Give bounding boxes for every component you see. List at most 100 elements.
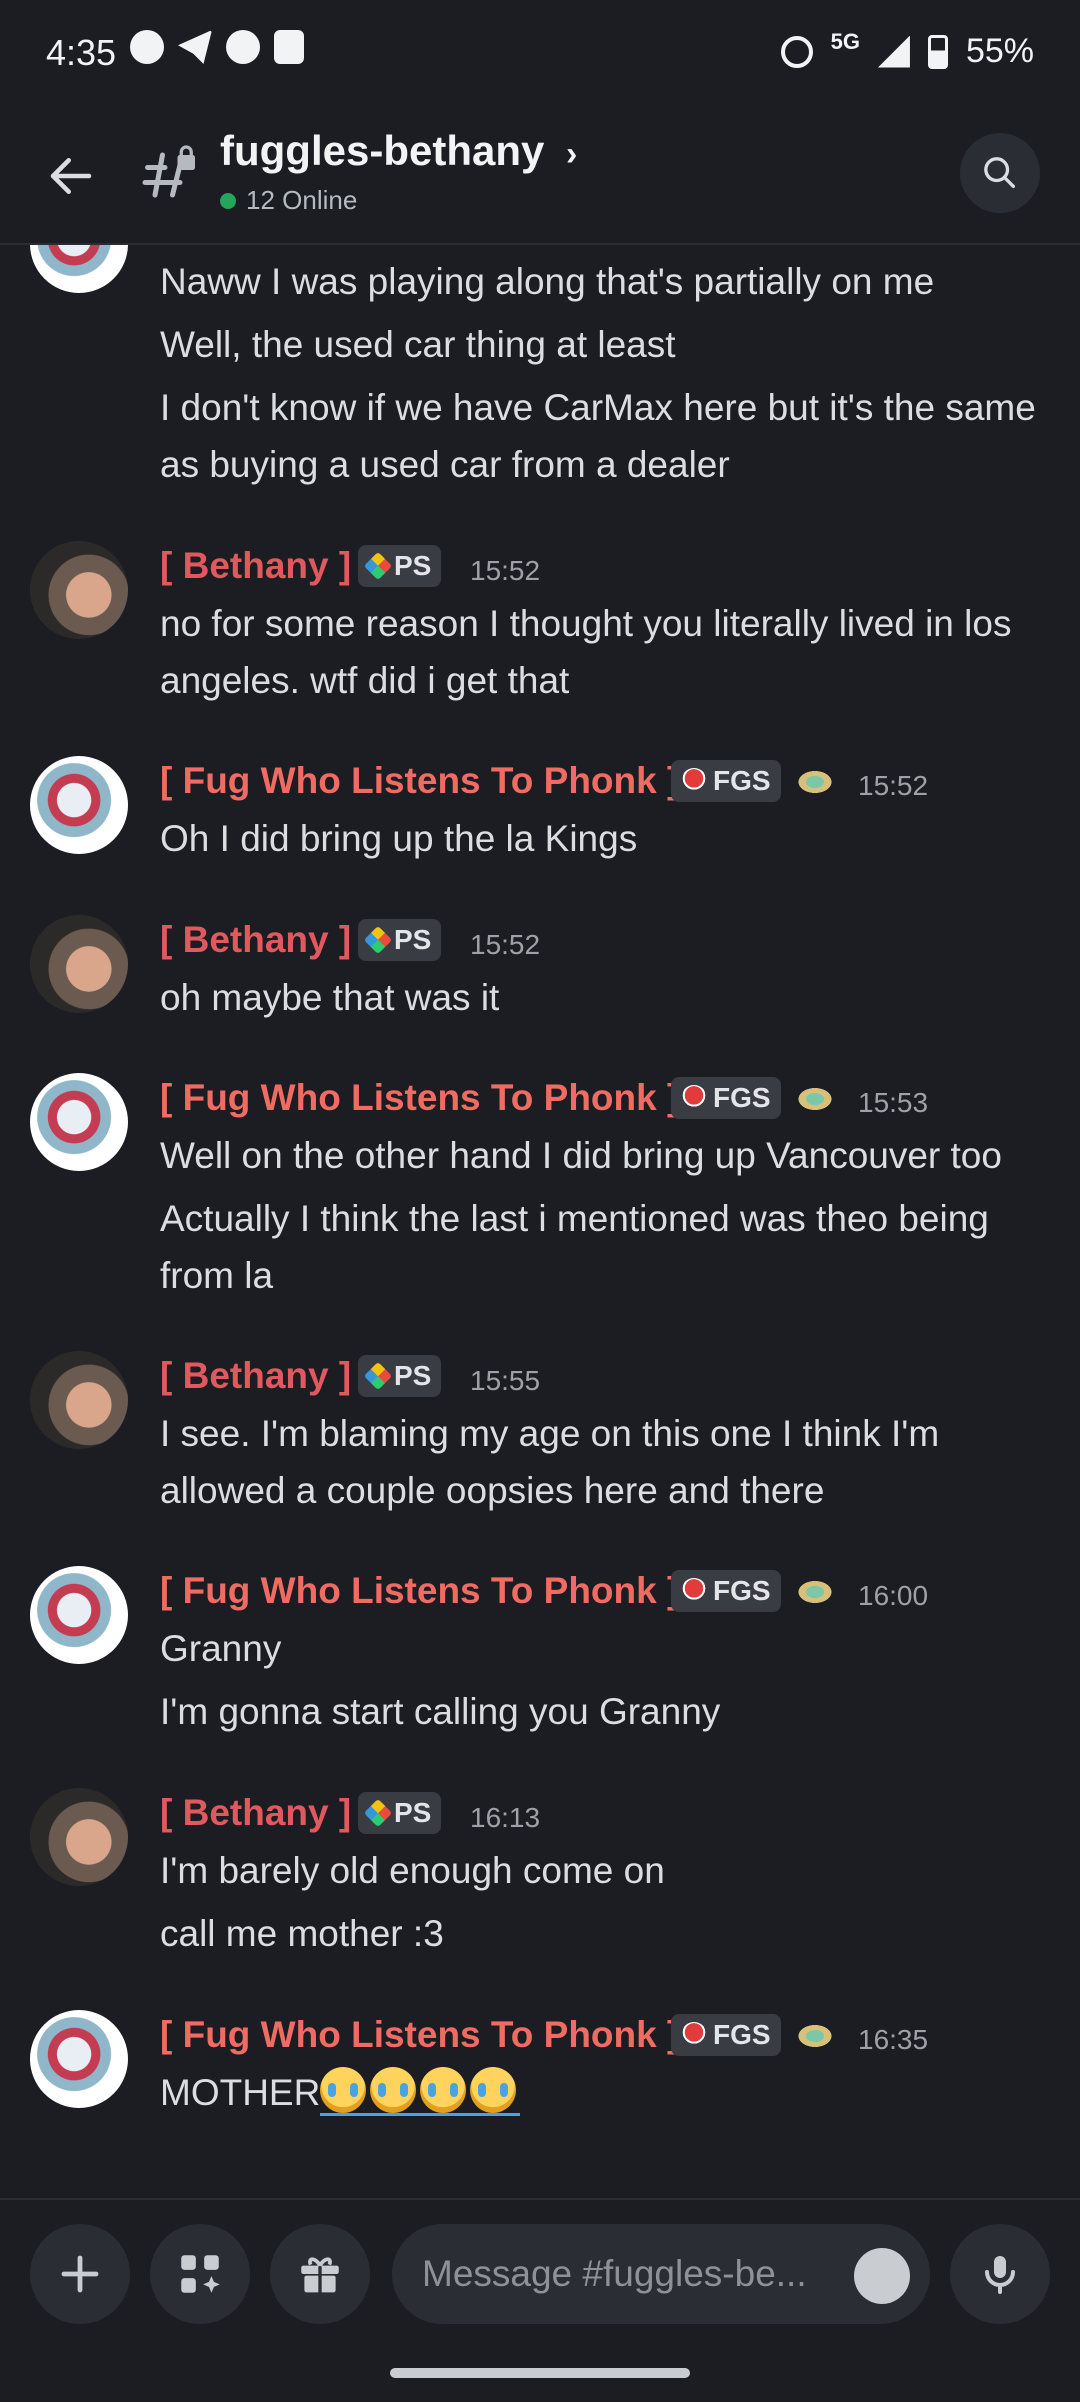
status-right: 5G 55% <box>780 28 1034 71</box>
avatar[interactable] <box>30 1351 128 1449</box>
lock-icon <box>274 30 304 64</box>
mushroom-icon <box>681 1578 707 1604</box>
loudly-crying-emoji-icon <box>470 2067 517 2113</box>
emoji-icon[interactable] <box>854 2248 910 2304</box>
message-line: oh maybe that was it <box>160 977 500 1018</box>
message-line: Well, the used car thing at least <box>160 324 676 365</box>
battery-percent: 55% <box>965 32 1034 70</box>
voice-message-button[interactable] <box>950 2224 1050 2324</box>
channel-title[interactable]: fuggles-bethany › <box>220 127 577 175</box>
role-tag-label: FGS <box>713 2019 771 2050</box>
avatar[interactable] <box>30 915 128 1013</box>
timestamp: 15:52 <box>470 555 541 586</box>
avatar[interactable] <box>30 2010 128 2108</box>
role-tag-label: FGS <box>713 765 771 796</box>
avatar[interactable] <box>30 245 128 293</box>
username[interactable]: [ Bethany ] <box>160 545 351 587</box>
avatar[interactable] <box>30 541 128 639</box>
role-tag-label: PS <box>394 924 432 955</box>
timestamp: 15:52 <box>470 929 541 960</box>
planet-icon <box>794 1085 836 1113</box>
mushroom-icon <box>681 1085 707 1111</box>
avatar[interactable] <box>30 756 128 854</box>
message-line: I don't know if we have CarMax here but … <box>160 387 1036 485</box>
timestamp: 15:55 <box>470 1365 541 1396</box>
avatar[interactable] <box>30 1566 128 1664</box>
timestamp: 15:53 <box>858 1087 929 1118</box>
notification-icons <box>130 30 304 64</box>
message-body: Granny I'm gonna start calling you Grann… <box>160 1620 1060 1740</box>
online-text: 12 Online <box>246 185 358 215</box>
planet-icon <box>794 1578 836 1606</box>
home-indicator[interactable] <box>390 2368 690 2378</box>
message-line: no for some reason I thought you literal… <box>160 603 1012 701</box>
timestamp: 16:35 <box>858 2024 929 2055</box>
role-tag-label: FGS <box>713 1575 771 1606</box>
emoji-run <box>320 2067 521 2116</box>
message-line: Well on the other hand I did bring up Va… <box>160 1135 1002 1176</box>
role-tag: PS <box>358 1355 442 1397</box>
message-body: Oh I did bring up the la Kings <box>160 810 1060 867</box>
role-tag-label: PS <box>394 550 432 581</box>
username[interactable]: [ Bethany ] <box>160 1355 351 1397</box>
network-type: 5G <box>830 28 860 54</box>
message-line: I'm gonna start calling you Granny <box>160 1691 721 1732</box>
ps-tag-icon <box>363 925 393 955</box>
message-line: Actually I think the last i mentioned wa… <box>160 1198 989 1296</box>
add-attachment-button[interactable] <box>30 2224 130 2324</box>
message-input[interactable] <box>420 2252 824 2296</box>
username[interactable]: [ Fug Who Listens To Phonk ] <box>160 760 679 802</box>
planet-icon <box>794 768 836 796</box>
arrow-left-icon[interactable] <box>44 149 98 203</box>
message-body: oh maybe that was it <box>160 969 1060 1026</box>
timestamp: 15:52 <box>858 770 929 801</box>
avatar[interactable] <box>30 1788 128 1886</box>
planet-icon <box>794 2022 836 2050</box>
loudly-crying-emoji-icon <box>420 2067 467 2113</box>
apps-icon <box>181 2255 220 2293</box>
loudly-crying-emoji-icon <box>370 2067 417 2113</box>
role-tag: FGS <box>671 1077 781 1119</box>
message-line: Oh I did bring up the la Kings <box>160 818 638 859</box>
channel-name: fuggles-bethany <box>220 127 545 174</box>
avatar[interactable] <box>30 1073 128 1171</box>
gift-button[interactable] <box>270 2224 370 2324</box>
online-status-icon <box>220 192 236 209</box>
message-line: I see. I'm blaming my age on this one I … <box>160 1413 940 1511</box>
channel-header: fuggles-bethany › 12 Online <box>0 105 1080 245</box>
username[interactable]: [ Bethany ] <box>160 919 351 961</box>
search-button[interactable] <box>960 133 1040 213</box>
gift-icon <box>301 2257 339 2293</box>
loudly-crying-emoji-icon <box>320 2067 367 2113</box>
message-body: no for some reason I thought you literal… <box>160 595 1060 709</box>
microphone-icon <box>985 2256 1015 2294</box>
message-list[interactable]: Naww I was playing along that's partiall… <box>0 245 1080 2195</box>
message-line: Naww I was playing along that's partiall… <box>160 261 935 302</box>
message-line: MOTHER <box>160 2072 321 2113</box>
ps-tag-icon <box>363 1798 393 1828</box>
message-body: Naww I was playing along that's partiall… <box>160 253 1060 493</box>
username[interactable]: [ Fug Who Listens To Phonk ] <box>160 2014 679 2056</box>
apps-button[interactable] <box>150 2224 250 2324</box>
username[interactable]: [ Fug Who Listens To Phonk ] <box>160 1077 679 1119</box>
signal-icon <box>877 35 910 68</box>
message-line: I'm barely old enough come on <box>160 1850 665 1891</box>
message-body: MOTHER <box>160 2064 1060 2121</box>
message-line: call me mother :3 <box>160 1913 444 1954</box>
timestamp: 16:00 <box>858 1580 929 1611</box>
role-tag: FGS <box>671 2014 781 2056</box>
username[interactable]: [ Bethany ] <box>160 1792 351 1834</box>
telegram-icon <box>178 30 212 64</box>
ps-tag-icon <box>363 551 393 581</box>
role-tag: FGS <box>671 760 781 802</box>
message-body: I'm barely old enough come on call me mo… <box>160 1842 1060 1962</box>
mushroom-icon <box>681 2022 707 2048</box>
message-body: I see. I'm blaming my age on this one I … <box>160 1405 1060 1519</box>
chat-bubble-icon <box>226 30 260 64</box>
username[interactable]: [ Fug Who Listens To Phonk ] <box>160 1570 679 1612</box>
ps-tag-icon <box>363 1361 393 1391</box>
role-tag: PS <box>358 545 442 587</box>
role-tag: PS <box>358 1792 442 1834</box>
message-line: Granny <box>160 1628 282 1669</box>
message-input-box[interactable] <box>392 2224 930 2324</box>
